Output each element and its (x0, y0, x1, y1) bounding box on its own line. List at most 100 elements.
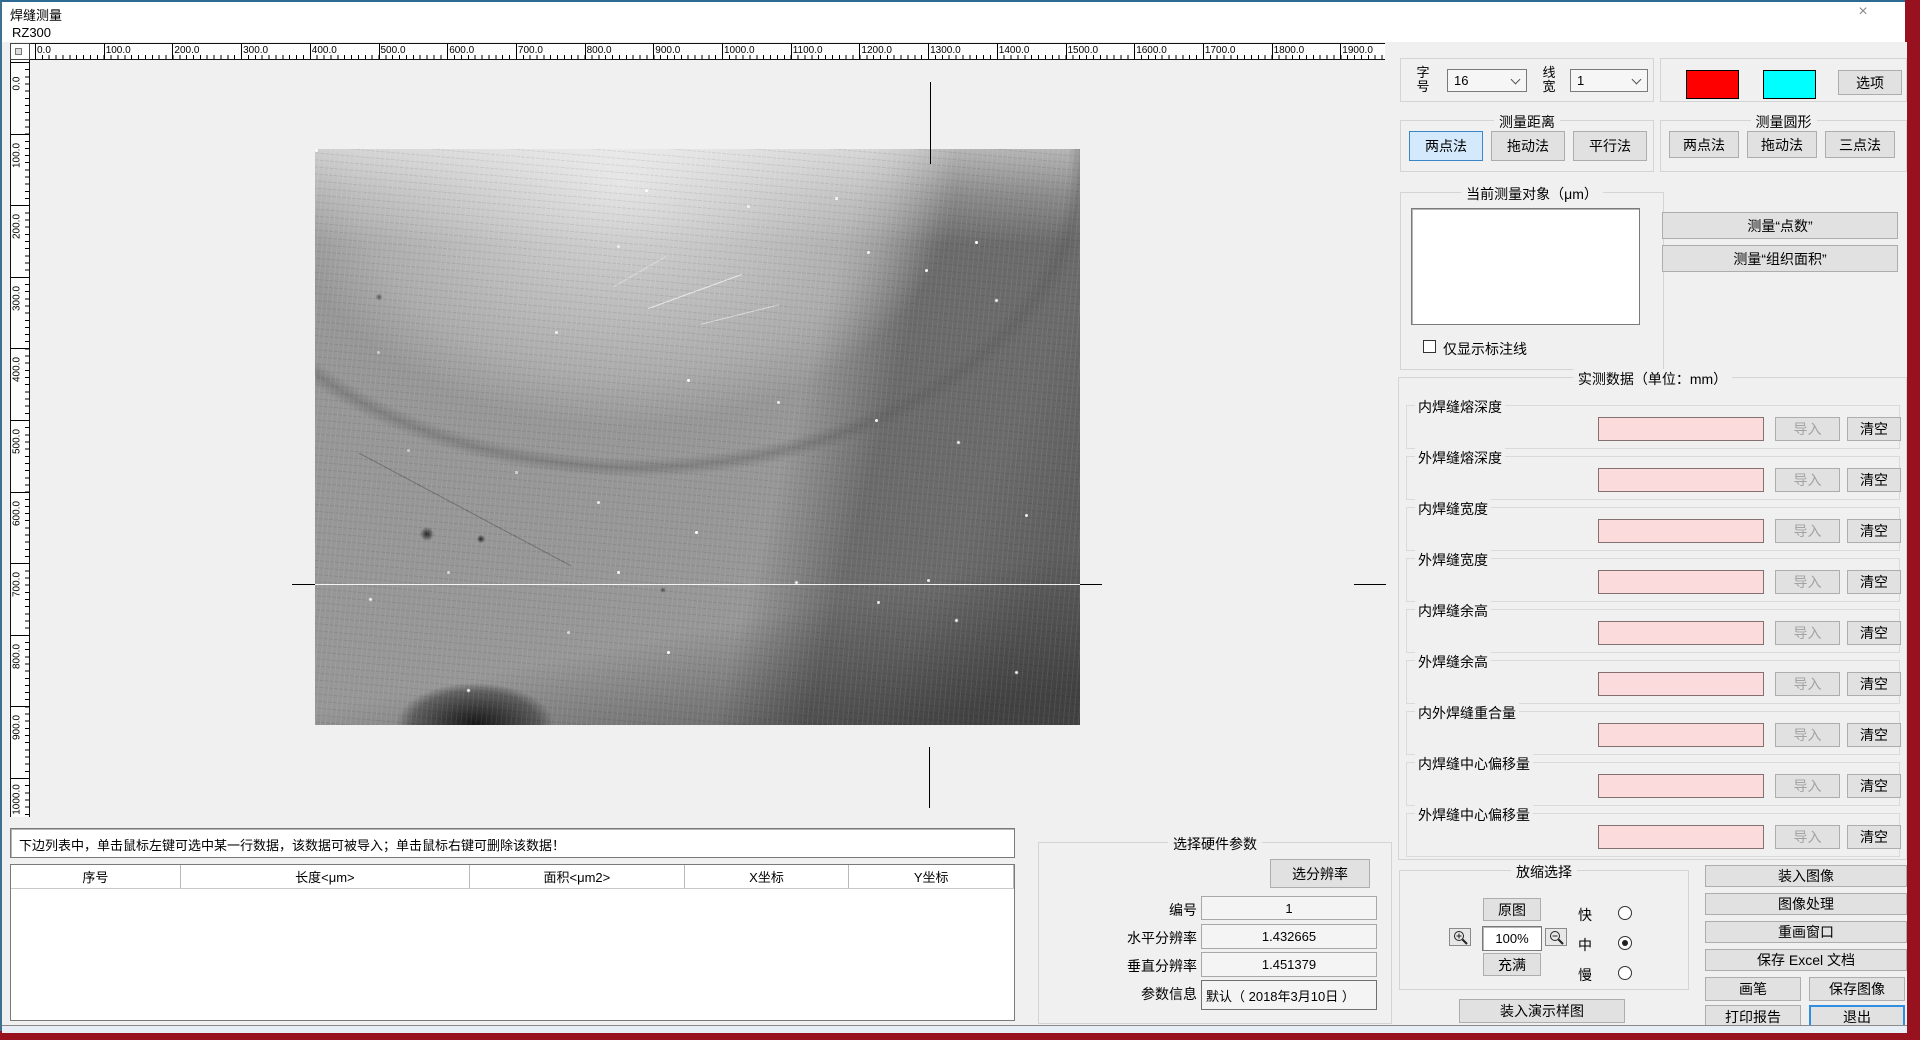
measure-area-button[interactable]: 测量“组织面积” (1662, 245, 1898, 272)
options-button[interactable]: 选项 (1838, 70, 1902, 95)
measured-value-field[interactable] (1598, 723, 1764, 747)
zoom-value-field[interactable]: 100% (1482, 926, 1542, 951)
pen-button[interactable]: 画笔 (1705, 977, 1801, 1001)
current-object-title: 当前测量对象（μm） (1461, 184, 1603, 204)
ruler-major-tick (516, 44, 517, 59)
ruler-tick-label: 1800.0 (1274, 45, 1305, 56)
circle-method-button[interactable]: 拖动法 (1747, 131, 1817, 158)
distance-method-button[interactable]: 拖动法 (1491, 131, 1565, 161)
ruler-major-tick (447, 44, 448, 59)
ruler-tick-label: 1000.0 (12, 780, 23, 818)
clear-button[interactable]: 清空 (1847, 570, 1901, 594)
ruler-major-tick (1272, 44, 1273, 59)
ruler-tick-label: 1000.0 (724, 45, 755, 56)
app-window: 焊缝测量 × RZ300 0.0100.0200.0300.0400.0500.… (0, 0, 1905, 1031)
ruler-origin-box (10, 43, 30, 60)
load-demo-button[interactable]: 装入演示样图 (1459, 999, 1625, 1023)
distance-method-button[interactable]: 平行法 (1573, 131, 1647, 161)
save-excel-button[interactable]: 保存 Excel 文档 (1705, 949, 1907, 971)
measured-value-field[interactable] (1598, 417, 1764, 441)
clear-button[interactable]: 清空 (1847, 825, 1901, 849)
load-image-button[interactable]: 装入图像 (1705, 865, 1907, 887)
table-column-header[interactable]: 面积<μm2> (470, 865, 685, 888)
hardware-param-label: 水平分辨率 (1049, 928, 1197, 948)
measure-points-button[interactable]: 测量“点数” (1662, 212, 1898, 239)
table-body[interactable] (11, 889, 1014, 1020)
hardware-params-group: 选择硬件参数 选分辨率 编号1水平分辨率1.432665垂直分辨率1.45137… (1038, 842, 1392, 1024)
fit-button[interactable]: 充满 (1483, 953, 1541, 976)
ruler-major-tick (172, 44, 173, 59)
table-column-header[interactable]: Y坐标 (849, 865, 1014, 888)
clear-button[interactable]: 清空 (1847, 621, 1901, 645)
measured-value-field[interactable] (1598, 621, 1764, 645)
show-annotation-checkbox[interactable] (1423, 340, 1436, 353)
table-column-header[interactable]: 长度<μm> (181, 865, 470, 888)
font-size-label: 字号 (1415, 66, 1431, 94)
hardware-param-label: 编号 (1049, 900, 1197, 920)
measured-value-field[interactable] (1598, 825, 1764, 849)
close-icon[interactable]: × (1849, 3, 1877, 21)
import-button[interactable]: 导入 (1775, 417, 1840, 441)
current-object-group: 当前测量对象（μm） 仅显示标注线 (1400, 192, 1664, 370)
menu-item-rz300[interactable]: RZ300 (12, 25, 51, 40)
status-bar: 下边列表中，单击鼠标左键可选中某一行数据，该数据可被导入；单击鼠标右键可删除该数… (10, 828, 1015, 858)
circle-method-button[interactable]: 三点法 (1825, 131, 1895, 158)
import-button[interactable]: 导入 (1775, 468, 1840, 492)
crosshair-tick-left (292, 584, 315, 585)
redraw-window-button[interactable]: 重画窗口 (1705, 921, 1907, 943)
measured-value-field[interactable] (1598, 672, 1764, 696)
zoom-out-icon[interactable] (1545, 928, 1567, 946)
import-button[interactable]: 导入 (1775, 519, 1840, 543)
ruler-tick-label: 1300.0 (930, 45, 961, 56)
hardware-param-value[interactable]: 1 (1201, 896, 1377, 920)
process-image-button[interactable]: 图像处理 (1705, 893, 1907, 915)
specimen-speckles (315, 149, 318, 152)
speed-radio[interactable] (1618, 966, 1632, 980)
clear-button[interactable]: 清空 (1847, 468, 1901, 492)
hardware-param-label: 垂直分辨率 (1049, 956, 1197, 976)
hardware-param-value[interactable]: 默认（ 2018年3月10日 ） (1201, 980, 1377, 1010)
ruler-tick-label: 400.0 (312, 45, 337, 56)
select-resolution-button[interactable]: 选分辨率 (1270, 859, 1370, 888)
line-width-select[interactable]: 1 (1570, 69, 1648, 92)
import-button[interactable]: 导入 (1775, 621, 1840, 645)
clear-button[interactable]: 清空 (1847, 723, 1901, 747)
current-object-listbox[interactable] (1411, 208, 1640, 325)
ruler-tick-label: 1400.0 (999, 45, 1030, 56)
hardware-param-value[interactable]: 1.432665 (1201, 924, 1377, 949)
clear-button[interactable]: 清空 (1847, 672, 1901, 696)
ruler-tick-label: 300.0 (12, 278, 23, 318)
clear-button[interactable]: 清空 (1847, 774, 1901, 798)
secondary-color-swatch[interactable] (1763, 70, 1816, 99)
hardware-param-value[interactable]: 1.451379 (1201, 952, 1377, 977)
font-size-select[interactable]: 16 (1447, 69, 1527, 92)
ruler-major-tick (859, 44, 860, 59)
save-image-button[interactable]: 保存图像 (1809, 977, 1905, 1001)
clear-button[interactable]: 清空 (1847, 519, 1901, 543)
measure-distance-group: 测量距离 两点法拖动法平行法 (1400, 120, 1654, 172)
measured-value-field[interactable] (1598, 468, 1764, 492)
measured-value-field[interactable] (1598, 570, 1764, 594)
clear-button[interactable]: 清空 (1847, 417, 1901, 441)
measured-value-field[interactable] (1598, 774, 1764, 798)
table-column-header[interactable]: 序号 (11, 865, 181, 888)
speed-radio[interactable] (1618, 936, 1632, 950)
import-button[interactable]: 导入 (1775, 825, 1840, 849)
measured-row: 内焊缝余高导入清空 (1406, 609, 1900, 653)
import-button[interactable]: 导入 (1775, 672, 1840, 696)
zoom-in-icon[interactable] (1449, 928, 1471, 946)
import-button[interactable]: 导入 (1775, 570, 1840, 594)
original-size-button[interactable]: 原图 (1483, 898, 1541, 921)
import-button[interactable]: 导入 (1775, 723, 1840, 747)
import-button[interactable]: 导入 (1775, 774, 1840, 798)
primary-color-swatch[interactable] (1686, 70, 1739, 99)
crosshair-tick-right (1080, 584, 1102, 585)
measured-value-field[interactable] (1598, 519, 1764, 543)
table-column-header[interactable]: X坐标 (685, 865, 850, 888)
measured-row: 内焊缝熔深度导入清空 (1406, 405, 1900, 449)
specimen-image[interactable] (315, 149, 1080, 725)
speed-radio[interactable] (1618, 906, 1632, 920)
circle-method-button[interactable]: 两点法 (1669, 131, 1739, 158)
distance-method-button[interactable]: 两点法 (1409, 131, 1483, 161)
ruler-major-tick (35, 44, 36, 59)
